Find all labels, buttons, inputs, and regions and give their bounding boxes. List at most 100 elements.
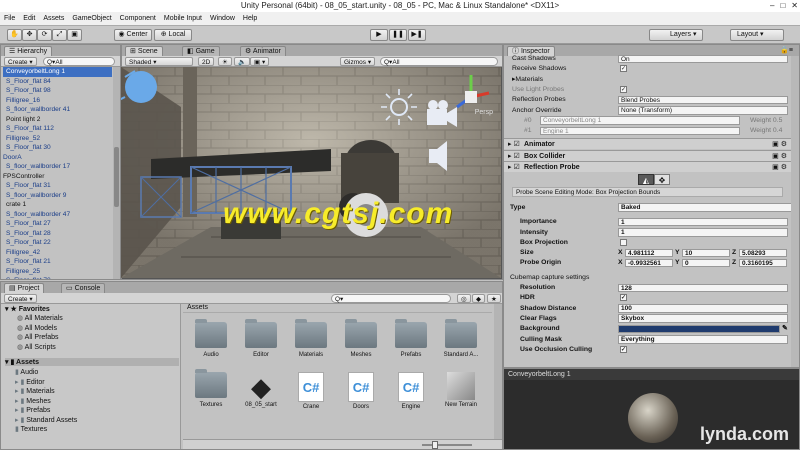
- hierarchy-item[interactable]: S_floor_wallborder 17: [3, 162, 112, 172]
- hierarchy-scrollbar[interactable]: [113, 67, 120, 279]
- hierarchy-item[interactable]: S_Floor_flat 21: [3, 257, 112, 267]
- probe-origin-y[interactable]: 0: [682, 258, 730, 268]
- hierarchy-item[interactable]: FPSController: [3, 172, 112, 182]
- probe-move-origin-button[interactable]: ✥: [654, 173, 670, 185]
- hierarchy-item[interactable]: crate 1: [3, 200, 112, 210]
- probe-object-field[interactable]: ConveyorbeltLong 1: [540, 116, 740, 125]
- effects-dropdown[interactable]: ▣ ▾: [250, 57, 270, 66]
- hierarchy-item[interactable]: Point light 2: [3, 115, 112, 125]
- space-toggle[interactable]: ⊕ Local: [154, 29, 192, 41]
- asset-cs[interactable]: C# Engine: [389, 372, 433, 410]
- hierarchy-item[interactable]: Filligree_52: [3, 134, 112, 144]
- tab-project[interactable]: ▤ Project: [4, 283, 45, 293]
- menu-help[interactable]: Help: [243, 12, 257, 25]
- asset-terrain[interactable]: New Terrain: [439, 372, 483, 408]
- pause-button[interactable]: ❚❚: [389, 29, 407, 41]
- asset-folder[interactable]: Meshes: [339, 319, 383, 358]
- importance-field[interactable]: 1: [618, 217, 788, 227]
- component-settings-icon[interactable]: ▣ ⚙: [772, 151, 787, 162]
- asset-folder-item[interactable]: ▸ ▮ Meshes: [15, 397, 77, 407]
- favorite-star-icon[interactable]: ★: [487, 294, 501, 303]
- rect-icon[interactable]: ▣: [67, 29, 82, 41]
- hand-icon[interactable]: ✋: [7, 29, 22, 41]
- favorite-item[interactable]: ◍ All Prefabs: [17, 333, 63, 343]
- icon-size-slider[interactable]: [422, 441, 472, 449]
- clear-flags-dropdown[interactable]: Skybox: [618, 314, 788, 323]
- component-settings-icon[interactable]: ▣ ⚙: [772, 139, 787, 150]
- favorite-item[interactable]: ◍ All Materials: [17, 314, 63, 324]
- menu-file[interactable]: File: [4, 12, 15, 25]
- asset-folder[interactable]: Editor: [239, 319, 283, 358]
- intensity-field[interactable]: 1: [618, 228, 788, 237]
- asset-folder[interactable]: Audio: [189, 319, 233, 358]
- probe-edit-bounds-button[interactable]: ◭: [638, 173, 654, 185]
- hierarchy-search-input[interactable]: Q▾All: [43, 57, 115, 66]
- component-header[interactable]: ▸ ☑ Animator ▣ ⚙: [504, 138, 791, 150]
- hierarchy-item[interactable]: S_Floor_flat 28: [3, 229, 112, 239]
- tab-hierarchy[interactable]: ☰ Hierarchy: [4, 46, 53, 56]
- filter-label-icon[interactable]: ◆: [472, 294, 485, 303]
- pivot-toggle[interactable]: ◉ Center: [114, 29, 152, 41]
- layout-dropdown[interactable]: Layout ▾: [730, 29, 784, 41]
- scale-icon[interactable]: ⤢: [52, 29, 67, 41]
- project-create-button[interactable]: Create ▾: [4, 294, 37, 303]
- favorite-item[interactable]: ◍ All Models: [17, 324, 63, 334]
- hierarchy-item[interactable]: S_Floor_flat 27: [3, 219, 112, 229]
- hierarchy-create-button[interactable]: Create ▾: [4, 57, 37, 66]
- inspector-dropdown[interactable]: Blend Probes: [618, 95, 788, 105]
- lock-icon[interactable]: 🔒≡: [780, 46, 793, 54]
- asset-folder[interactable]: Prefabs: [389, 319, 433, 358]
- eyedropper-icon[interactable]: ✎: [782, 324, 788, 334]
- culling-mask-dropdown[interactable]: Everything: [618, 335, 788, 344]
- hierarchy-item[interactable]: S_floor_wallborder 41: [3, 105, 112, 115]
- tab-console[interactable]: ▭ Console: [61, 283, 106, 293]
- layers-dropdown[interactable]: Layers ▾: [649, 29, 703, 41]
- hierarchy-item[interactable]: ConveyorbeltLong 1: [3, 67, 112, 77]
- menu-edit[interactable]: Edit: [23, 12, 35, 25]
- resolution-dropdown[interactable]: 128: [618, 283, 788, 292]
- move-icon[interactable]: ✥: [22, 29, 37, 41]
- hierarchy-item[interactable]: S_Floor_flat 22: [3, 238, 112, 248]
- asset-cs[interactable]: C# Doors: [339, 372, 383, 410]
- menu-assets[interactable]: Assets: [43, 12, 64, 25]
- scene-search-input[interactable]: Q▾All: [380, 57, 498, 66]
- favorites-header[interactable]: ▾ ★ Favorites: [5, 305, 50, 313]
- asset-folder[interactable]: Materials: [289, 319, 333, 358]
- menu-window[interactable]: Window: [210, 12, 235, 25]
- asset-folder-item[interactable]: ▸ ▮ Prefabs: [15, 406, 77, 416]
- inspector-dropdown[interactable]: On: [618, 54, 788, 63]
- hierarchy-item[interactable]: Filligree_25: [3, 267, 112, 277]
- component-settings-icon[interactable]: ▣ ⚙: [772, 162, 787, 173]
- menu-gameobject[interactable]: GameObject: [72, 12, 111, 25]
- asset-folder-item[interactable]: ▮ Textures: [15, 425, 77, 435]
- hdr-checkbox[interactable]: ✓: [620, 294, 627, 302]
- asset-folder-item[interactable]: ▸ ▮ Standard Assets: [15, 416, 77, 426]
- hierarchy-item[interactable]: S_Floor_flat 112: [3, 124, 112, 134]
- 2d-toggle[interactable]: 2D: [198, 57, 215, 66]
- component-header[interactable]: ▸ ☑ Box Collider ▣ ⚙: [504, 149, 791, 162]
- scene-viewport[interactable]: Persp www.cgtsj.com: [121, 67, 501, 278]
- inspector-checkbox[interactable]: ✓: [620, 65, 627, 73]
- asset-folder[interactable]: Textures: [189, 369, 233, 408]
- step-button[interactable]: ▶❚: [408, 29, 426, 41]
- background-color-field[interactable]: [618, 324, 780, 334]
- favorite-item[interactable]: ◍ All Scripts: [17, 343, 63, 353]
- rotate-icon[interactable]: ⟳: [37, 29, 52, 41]
- asset-cs[interactable]: C# Crane: [289, 372, 333, 410]
- assets-header[interactable]: ▾ ▮ Assets: [5, 358, 179, 366]
- probe-size-z[interactable]: 5.08293: [739, 248, 787, 258]
- hierarchy-item[interactable]: S_Floor_flat 31: [3, 181, 112, 191]
- asset-folder-item[interactable]: ▸ ▮ Editor: [15, 378, 77, 388]
- occlusion-checkbox[interactable]: ✓: [620, 345, 627, 353]
- filter-type-icon[interactable]: ◎: [457, 294, 471, 303]
- inspector-dropdown[interactable]: None (Transform): [618, 106, 788, 115]
- probe-origin-z[interactable]: 0.3160195: [739, 258, 787, 268]
- minimize-button[interactable]: –: [770, 0, 774, 12]
- hierarchy-item[interactable]: DoorA: [3, 153, 112, 163]
- asset-unity[interactable]: ◆ 08_05_start: [239, 372, 283, 408]
- shadow-distance-field[interactable]: 100: [618, 304, 788, 313]
- probe-origin-x[interactable]: -0.9932561: [625, 258, 673, 268]
- project-scrollbar[interactable]: [494, 304, 502, 439]
- box-projection-checkbox[interactable]: [620, 238, 627, 246]
- hierarchy-item[interactable]: S_floor_wallborder 47: [3, 210, 112, 220]
